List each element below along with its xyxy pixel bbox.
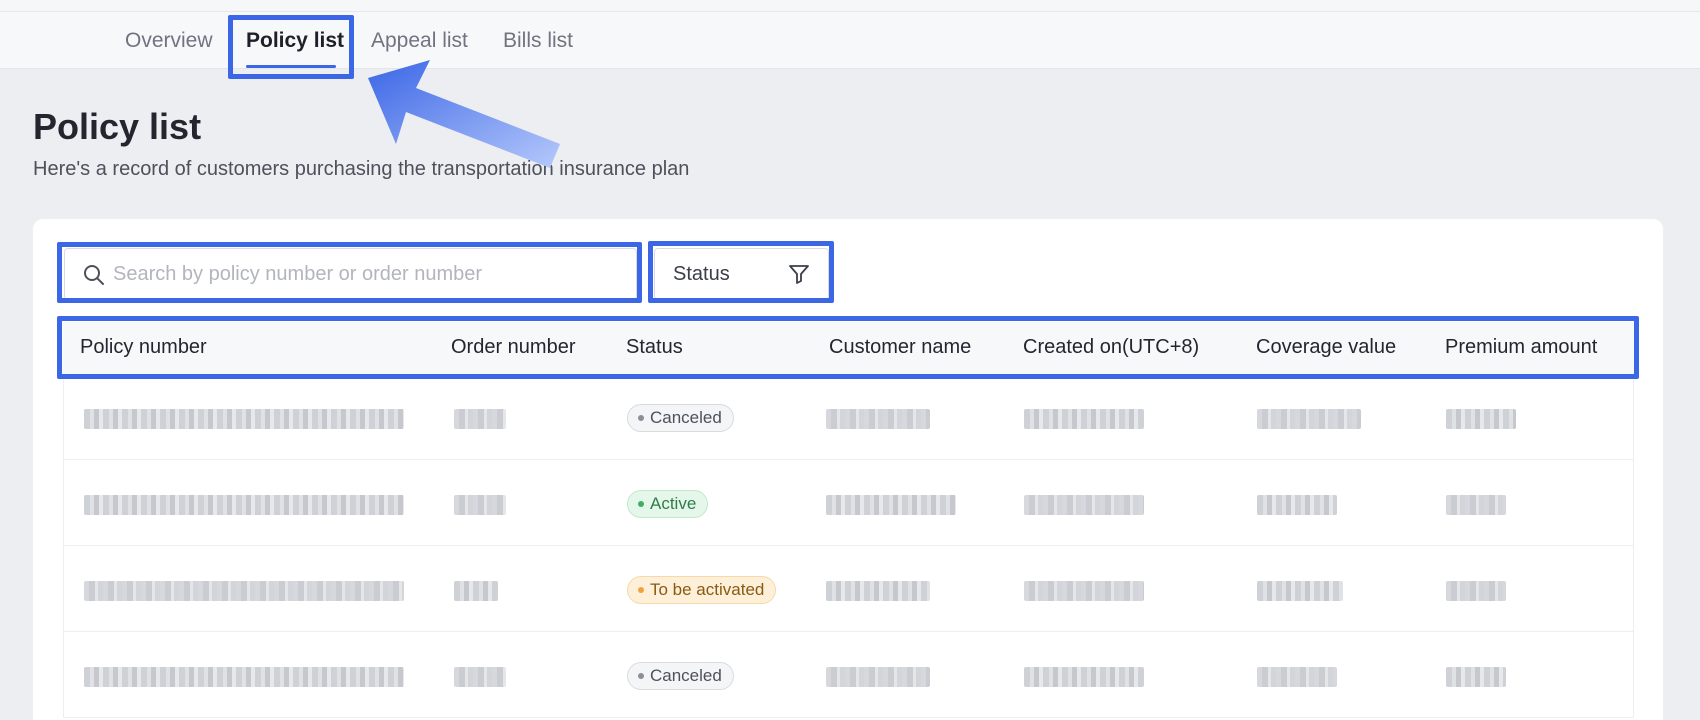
filter-icon	[789, 265, 809, 284]
redacted-premium-amount	[1446, 495, 1506, 515]
redacted-policy-number	[84, 667, 404, 687]
status-badge: Active	[627, 490, 709, 518]
table-row[interactable]: To be activated	[63, 546, 1634, 632]
column-header-policy-number[interactable]: Policy number	[80, 336, 207, 359]
tab-bar: Overview Policy list Appeal list Bills l…	[0, 12, 1700, 69]
table-row[interactable]: Canceled	[63, 374, 1634, 460]
column-header-premium-amount[interactable]: Premium amount	[1445, 336, 1597, 359]
redacted-coverage-value	[1257, 409, 1361, 429]
table-row[interactable]: Active	[63, 460, 1634, 546]
status-dot	[638, 673, 644, 679]
redacted-policy-number	[84, 495, 404, 515]
redacted-created-on	[1024, 667, 1144, 687]
column-header-customer-name[interactable]: Customer name	[829, 336, 971, 359]
table-header: Policy number Order number Status Custom…	[63, 322, 1634, 374]
tab-policy-list[interactable]: Policy list	[246, 29, 344, 53]
status-badge: To be activated	[627, 576, 777, 604]
status-badge-label: Active	[650, 494, 697, 513]
page-subtitle: Here's a record of customers purchasing …	[33, 158, 690, 180]
redacted-policy-number	[84, 409, 404, 429]
status-dot	[638, 587, 644, 593]
redacted-order-number	[454, 581, 498, 601]
status-filter-label: Status	[673, 263, 730, 285]
column-header-order-number[interactable]: Order number	[451, 336, 576, 359]
redacted-coverage-value	[1257, 581, 1343, 601]
status-badge: Canceled	[627, 404, 734, 432]
redacted-order-number	[454, 409, 506, 429]
status-badge-label: To be activated	[650, 580, 765, 599]
column-header-status[interactable]: Status	[626, 336, 683, 359]
tab-bills-list[interactable]: Bills list	[503, 29, 573, 53]
redacted-premium-amount	[1446, 581, 1506, 601]
redacted-customer-name	[826, 409, 930, 429]
redacted-created-on	[1024, 581, 1144, 601]
status-badge: Canceled	[627, 662, 734, 690]
search-input[interactable]	[113, 249, 623, 299]
top-strip	[0, 0, 1700, 12]
redacted-coverage-value	[1257, 495, 1337, 515]
redacted-coverage-value	[1257, 667, 1337, 687]
tab-appeal-list[interactable]: Appeal list	[371, 29, 468, 53]
redacted-customer-name	[826, 581, 930, 601]
column-header-coverage-value[interactable]: Coverage value	[1256, 336, 1396, 359]
redacted-policy-number	[84, 581, 404, 601]
status-badge-label: Canceled	[650, 408, 722, 427]
redacted-created-on	[1024, 495, 1144, 515]
redacted-created-on	[1024, 409, 1144, 429]
status-dot	[638, 415, 644, 421]
active-tab-indicator	[246, 65, 336, 68]
search-icon	[84, 265, 104, 285]
status-dot	[638, 501, 644, 507]
page-title: Policy list	[33, 106, 202, 147]
column-header-created-on[interactable]: Created on(UTC+8)	[1023, 336, 1199, 359]
tab-overview[interactable]: Overview	[125, 29, 213, 53]
redacted-order-number	[454, 667, 506, 687]
redacted-customer-name	[826, 667, 930, 687]
status-badge-label: Canceled	[650, 666, 722, 685]
status-filter-button[interactable]: Status	[654, 248, 829, 300]
redacted-premium-amount	[1446, 667, 1506, 687]
redacted-order-number	[454, 495, 506, 515]
search-box	[64, 248, 637, 300]
redacted-premium-amount	[1446, 409, 1516, 429]
redacted-customer-name	[826, 495, 956, 515]
table-row[interactable]: Canceled	[63, 632, 1634, 718]
